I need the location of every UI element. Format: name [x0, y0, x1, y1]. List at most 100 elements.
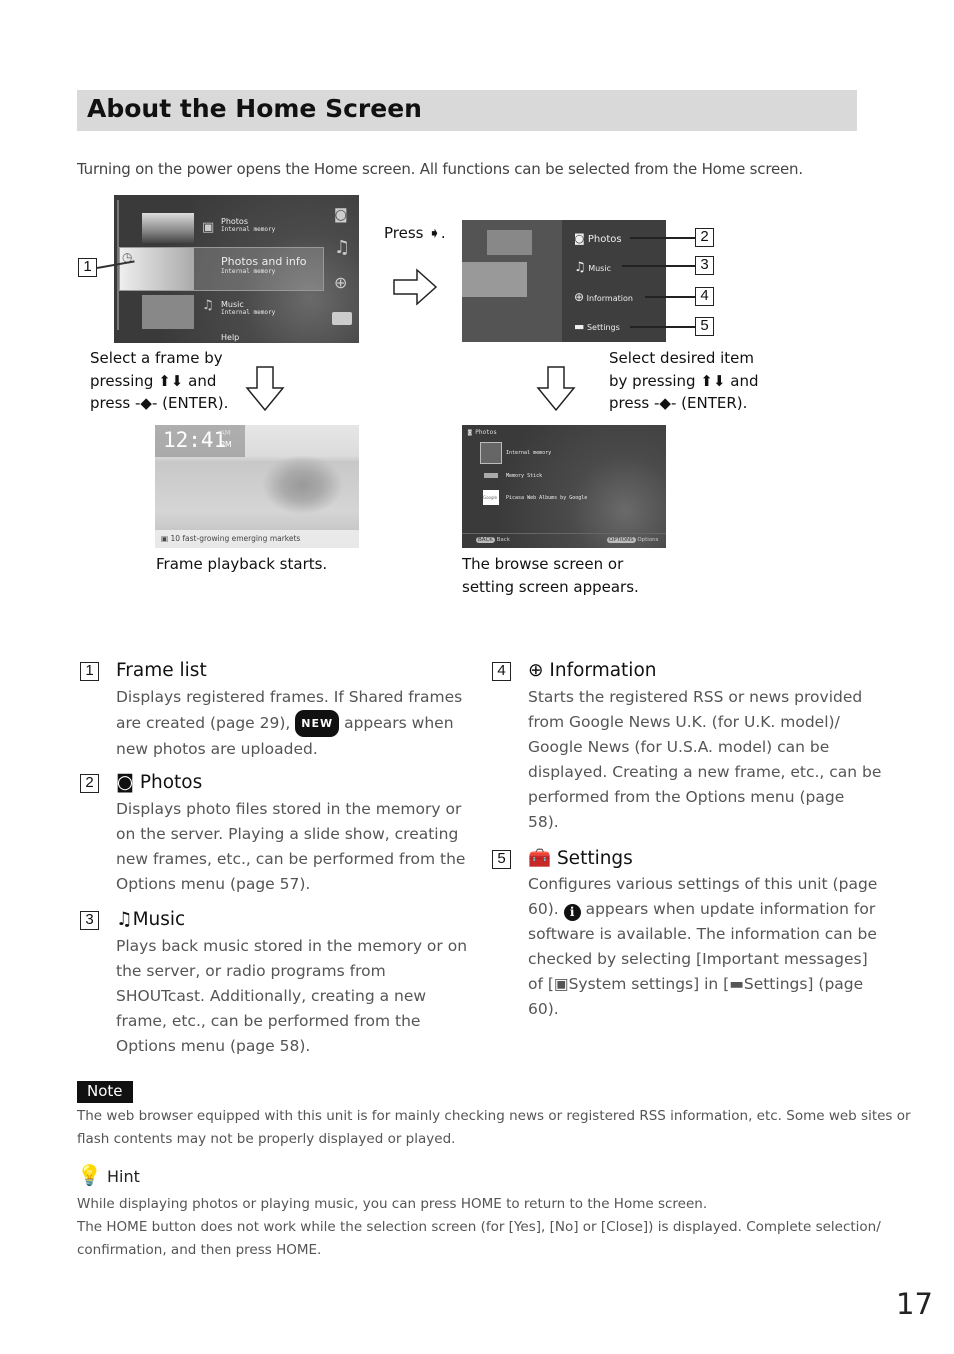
caption-text: pressing	[90, 371, 154, 390]
hint-heading: 💡 Hint	[77, 1163, 140, 1187]
body-line: displayed. Creating a new frame, etc., c…	[528, 763, 882, 781]
lightbulb-icon: 💡	[77, 1163, 102, 1187]
caption-text: press	[90, 394, 131, 412]
section-title-music: ♫Music	[116, 909, 185, 930]
page-title: About the Home Screen	[87, 94, 422, 123]
hint-text: While displaying photos or playing music…	[77, 1193, 881, 1262]
news-ticker: ▣ 10 fast-growing emerging markets	[155, 530, 359, 548]
menu-help: Help	[221, 333, 240, 342]
browse-screen-image: ◙ Photos Internal memory Memory Stick Go…	[462, 425, 666, 548]
body-line: performed from the Options menu (page	[528, 788, 845, 806]
caption-select-frame: Select a frame by pressing ⬆⬇ and press …	[90, 347, 228, 415]
down-outline-arrow-icon	[536, 366, 576, 412]
note-label: Note	[77, 1081, 133, 1103]
globe-icon: ⊕	[334, 273, 348, 292]
section-body-music: Plays back music stored in the memory or…	[116, 934, 467, 1059]
section-title-frame-list: Frame list	[116, 660, 207, 681]
section-num-2: 2	[80, 774, 99, 793]
info-icon: i	[563, 904, 581, 921]
browse-item[interactable]: Internal memory	[506, 450, 551, 456]
body-line: Options menu (page 58).	[116, 1037, 311, 1055]
menu-photos-info: Photos and info	[221, 255, 307, 268]
up-down-arrows-icon: ⬆⬇	[700, 371, 726, 390]
browse-header: Photos	[475, 429, 497, 436]
section-title-settings: 🧰 Settings	[528, 847, 633, 869]
callout-2: 2	[695, 228, 714, 247]
section-body-information: Starts the registered RSS or news provid…	[528, 685, 881, 835]
press-label: Press ➧.	[384, 224, 446, 242]
pm-indicator: PM	[220, 440, 232, 449]
caption-text: (ENTER).	[162, 394, 229, 412]
caption-browse: The browse screen or setting screen appea…	[462, 553, 639, 598]
title-text: Settings	[556, 848, 633, 869]
menu-photos-sub: Internal memory	[221, 226, 276, 233]
music-note-icon: ♫	[334, 237, 351, 258]
people-silhouette	[255, 450, 350, 520]
caption-line: Select a frame by	[90, 349, 223, 367]
section-title-photos: ◙ Photos	[116, 772, 202, 793]
clock-display: 12:41	[163, 428, 227, 452]
section-body-frame-list: Displays registered frames. If Shared fr…	[116, 685, 462, 762]
section-num-3: 3	[80, 911, 99, 930]
caption-text: and	[730, 371, 759, 390]
photos-icon: ▣	[202, 220, 215, 235]
callout-4: 4	[695, 287, 714, 306]
body-line: new photos are uploaded.	[116, 740, 318, 758]
section-body-photos: Displays photo files stored in the memor…	[116, 797, 465, 897]
toolbox-icon: ▬	[574, 320, 585, 333]
up-down-arrows-icon: ⬆⬇	[158, 371, 184, 390]
body-line: software is available. The information c…	[528, 925, 877, 943]
title-text: Information	[549, 660, 657, 681]
body-line: Starts the registered RSS or news provid…	[528, 688, 863, 706]
hint-line: While displaying photos or playing music…	[77, 1196, 708, 1212]
hint-line: confirmation, and then press HOME.	[77, 1242, 322, 1258]
caption-playback: Frame playback starts.	[156, 555, 328, 573]
caption-line: Select desired item	[609, 349, 755, 367]
right-arrow-icon: ➧	[428, 224, 441, 242]
note-line: flash contents may not be properly displ…	[77, 1131, 456, 1147]
press-text: Press	[384, 224, 424, 242]
hint-label: Hint	[107, 1167, 140, 1186]
caption-line: setting screen appears.	[462, 577, 639, 596]
body-text: 60).	[528, 900, 559, 918]
body-text: of [	[528, 975, 554, 993]
enter-button-icon: -◆-	[135, 394, 158, 412]
internal-memory-icon	[480, 442, 502, 464]
right-outline-arrow-icon	[393, 268, 438, 306]
browse-item[interactable]: Picasa Web Albums by Google	[506, 495, 587, 501]
body-line: new frames, etc., can be performed from …	[116, 850, 466, 868]
music-note-icon: ♫	[116, 909, 133, 930]
body-text: appears when update information for	[585, 900, 876, 918]
body-text: are created (page 29),	[116, 714, 291, 732]
body-line: Google News (for U.S.A. model) can be	[528, 738, 830, 756]
body-line: Options menu (page 57).	[116, 875, 311, 893]
body-line: frame, etc., can be performed from the	[116, 1012, 421, 1030]
callout-3: 3	[695, 256, 714, 275]
globe-icon: ⊕	[574, 290, 585, 304]
caption-text: press	[609, 394, 650, 412]
caption-text: and	[188, 371, 217, 390]
am-indicator: AM	[220, 429, 231, 437]
toolbox-icon: 🧰	[528, 848, 552, 869]
options-label: Options	[637, 537, 659, 543]
browse-item[interactable]: Memory Stick	[506, 473, 542, 479]
toolbox-icon: ▬	[729, 975, 744, 993]
menu-photos: Photos	[221, 217, 248, 226]
ticker-text: 10 fast-growing emerging markets	[170, 534, 301, 543]
menu-settings: Settings	[586, 323, 620, 332]
title-text: Music	[132, 909, 186, 930]
music-note-icon: ♫	[574, 260, 586, 275]
body-line: 58).	[528, 813, 559, 831]
down-outline-arrow-icon	[245, 366, 285, 412]
globe-info-icon: ⊕	[528, 660, 544, 681]
note-line: The web browser equipped with this unit …	[77, 1108, 911, 1124]
new-badge: NEW	[295, 710, 340, 737]
music-icon: ♫	[202, 298, 214, 313]
body-line: SHOUTcast. Additionally, creating a new	[116, 987, 427, 1005]
caption-line: The browse screen or	[462, 555, 624, 573]
body-line: Displays photo files stored in the memor…	[116, 800, 462, 818]
home-screen-image: ◷ Photos Internal memory Photos and info I…	[114, 195, 359, 343]
back-label: Back	[496, 537, 510, 543]
google-logo: Google	[483, 490, 499, 505]
body-text: Settings] (page	[743, 975, 864, 993]
